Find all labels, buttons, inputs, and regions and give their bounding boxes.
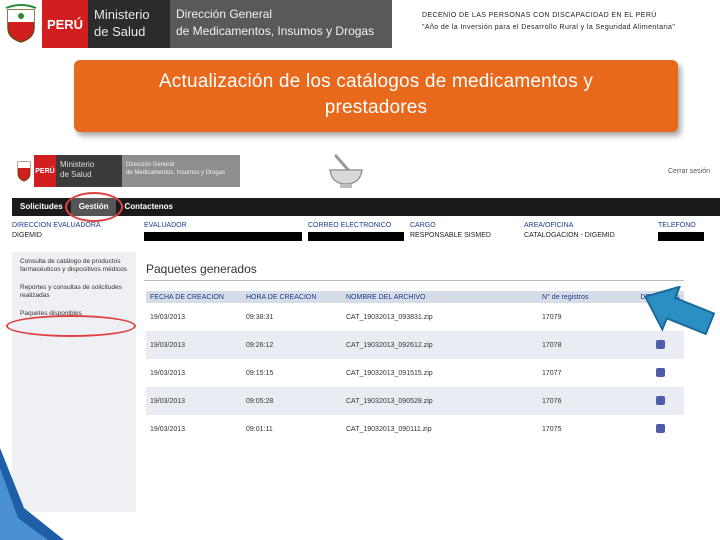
download-button[interactable] <box>636 339 684 351</box>
app-header-logo: PERÚ Ministerio de Salud Dirección Gener… <box>14 155 240 191</box>
app-ministerio-line2: de Salud <box>60 170 92 179</box>
evaluator-info-table: DIRECCION EVALUADORA EVALUADOR CORREO EL… <box>12 222 720 242</box>
packages-header-row: FECHA DE CREACION HORA DE CREACION NOMBR… <box>146 291 684 303</box>
cell-hora: 09:15:15 <box>246 369 274 377</box>
decenio-text: DECENIO DE LAS PERSONAS CON DISCAPACIDAD… <box>392 0 720 52</box>
cell-fecha: 19/03/2013 <box>150 369 186 377</box>
download-icon <box>655 339 665 349</box>
info-header: DIRECCION EVALUADORA <box>12 222 101 229</box>
info-value-redacted <box>658 232 720 242</box>
cell-archivo: CAT_19032013_090528.zip <box>346 397 433 405</box>
column-header: N° de registros <box>542 293 589 301</box>
logout-link[interactable]: Cerrar sesión <box>668 168 710 175</box>
banner-title-line1: Actualización de los catálogos de medica… <box>158 71 594 92</box>
title-banner: Actualización de los catálogos de medica… <box>74 60 678 132</box>
highlight-circle-paquetes <box>6 315 136 337</box>
info-value-redacted <box>308 232 410 242</box>
app-screenshot: PERÚ Ministerio de Salud Dirección Gener… <box>0 140 720 540</box>
app-crest-icon <box>14 155 34 187</box>
ministerio-line2: de Salud <box>94 24 146 39</box>
cell-archivo: CAT_19032013_092612.zip <box>346 341 433 349</box>
digemid-line2: de Medicamentos, Insumos y Drogas <box>176 24 375 38</box>
peru-label: PERÚ <box>42 0 88 48</box>
info-header: EVALUADOR <box>144 222 187 229</box>
cell-registros: 17076 <box>542 397 562 405</box>
cell-fecha: 19/03/2013 <box>150 425 186 433</box>
mortar-pestle-icon <box>329 154 363 188</box>
download-icon <box>655 395 665 405</box>
nav-solicitudes[interactable]: Solicitudes <box>12 198 71 216</box>
app-digemid-line1: Dirección General <box>126 162 175 168</box>
decenio-line1: DECENIO DE LAS PERSONAS CON DISCAPACIDAD… <box>422 12 657 19</box>
column-header: HORA DE CREACION <box>246 293 317 301</box>
cell-hora: 09:05:28 <box>246 397 274 405</box>
cell-fecha: 19/03/2013 <box>150 313 186 321</box>
info-value: RESPONSABLE SISMED <box>410 232 491 239</box>
peru-crest-icon <box>0 0 42 48</box>
cell-archivo: CAT_19032013_090111.zip <box>346 425 432 433</box>
table-row: 19/03/2013 09:05:28 CAT_19032013_090528.… <box>146 387 684 415</box>
info-value-redacted <box>144 232 308 242</box>
download-icon <box>655 367 665 377</box>
cell-registros: 17079 <box>542 313 562 321</box>
info-value-row: DIGEMID RESPONSABLE SISMED CATALOGACION … <box>12 232 720 242</box>
cell-archivo: CAT_19032013_091515.zip <box>346 369 433 377</box>
cell-registros: 17078 <box>542 341 562 349</box>
arrow-pointer-icon <box>643 286 716 336</box>
column-header: NOMBRE DEL ARCHIVO <box>346 293 426 301</box>
highlight-circle-gestion <box>65 192 123 222</box>
nav-contactenos[interactable]: Contactenos <box>116 198 180 216</box>
digemid-line1: Dirección General <box>176 7 273 21</box>
sidebar-item-reportes[interactable]: Reportes y consultas de solicitudes real… <box>12 278 136 304</box>
cell-registros: 17077 <box>542 369 562 377</box>
info-header-row: DIRECCION EVALUADORA EVALUADOR CORREO EL… <box>12 222 720 232</box>
cell-archivo: CAT_19032013_093831.zip <box>346 313 433 321</box>
sidebar-item-consulta-catalogo[interactable]: Consulta de catálogo de productos farmac… <box>12 252 136 278</box>
digemid-label: Dirección General de Medicamentos, Insum… <box>170 0 392 48</box>
decenio-line2: "Año de la Inversión para el Desarrollo … <box>422 24 676 31</box>
download-icon <box>655 423 665 433</box>
ministerio-label: Ministerio de Salud <box>88 0 170 48</box>
info-value: CATALOGACION - DIGEMID <box>524 232 615 239</box>
table-row: 19/03/2013 09:01:11 CAT_19032013_090111.… <box>146 415 684 443</box>
packages-table: FECHA DE CREACION HORA DE CREACION NOMBR… <box>146 291 684 443</box>
column-header: FECHA DE CREACION <box>150 293 224 301</box>
app-peru-label: PERÚ <box>34 155 56 187</box>
app-ministerio-line1: Ministerio <box>60 160 95 169</box>
cell-registros: 17075 <box>542 425 562 433</box>
table-row: 19/03/2013 09:15:15 CAT_19032013_091515.… <box>146 359 684 387</box>
info-value: DIGEMID <box>12 232 42 239</box>
info-header: CORREO ELECTRONICO <box>308 222 392 229</box>
info-header: AREA/OFICINA <box>524 222 574 229</box>
cell-hora: 09:38:31 <box>246 313 274 321</box>
ministerio-line1: Ministerio <box>94 7 150 22</box>
app-digemid-label: Dirección General de Medicamentos, Insum… <box>122 155 240 187</box>
info-header: CARGO <box>410 222 436 229</box>
app-digemid-line2: de Medicamentos, Insumos y Drogas <box>126 170 226 176</box>
app-ministerio-label: Ministerio de Salud <box>56 155 122 187</box>
table-row: 19/03/2013 09:38:31 CAT_19032013_093831.… <box>146 303 684 331</box>
cell-hora: 09:26:12 <box>246 341 274 349</box>
table-row: 19/03/2013 09:26:12 CAT_19032013_092612.… <box>146 331 684 359</box>
download-button[interactable] <box>636 395 684 407</box>
packages-divider <box>144 280 684 281</box>
slide-header: PERÚ Ministerio de Salud Dirección Gener… <box>0 0 720 52</box>
banner-title-line2: prestadores <box>324 97 428 118</box>
corner-decoration <box>0 448 64 540</box>
cell-fecha: 19/03/2013 <box>150 397 186 405</box>
download-button[interactable] <box>636 367 684 379</box>
download-button[interactable] <box>636 423 684 435</box>
cell-fecha: 19/03/2013 <box>150 341 186 349</box>
packages-title: Paquetes generados <box>146 262 257 276</box>
info-header: TELEFONO <box>658 222 696 229</box>
cell-hora: 09:01:11 <box>246 425 273 433</box>
